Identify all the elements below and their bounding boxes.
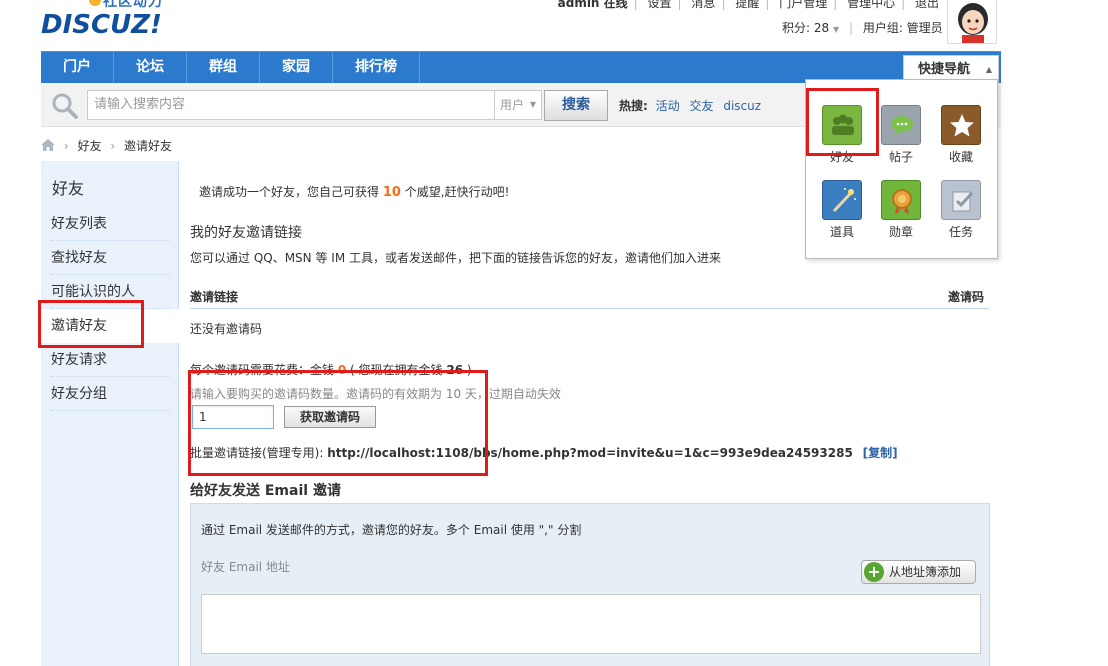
reward-notice: 邀请成功一个好友，您自己可获得 10 个威望,赶快行动吧! xyxy=(199,183,509,200)
hot-term[interactable]: 交友 xyxy=(689,99,713,113)
home-icon[interactable] xyxy=(41,139,55,151)
chevron-down-icon[interactable]: ▼ xyxy=(833,25,839,34)
quick-nav-posts[interactable]: 帖子 xyxy=(876,105,926,164)
sidebar-item-label: 查找好友 xyxy=(51,250,107,266)
sidebar-item-friend-requests[interactable]: 好友请求 xyxy=(41,343,179,377)
add-from-addressbook-button[interactable]: + 从地址簿添加 xyxy=(861,560,976,584)
logo-dot xyxy=(89,0,101,6)
hot-term[interactable]: discuz xyxy=(723,99,761,113)
topbar-notifications[interactable]: 提醒 xyxy=(735,0,759,10)
email-invite-description: 通过 Email 发送邮件的方式，邀请您的好友。多个 Email 使用 "," … xyxy=(201,523,582,537)
column-invite-link: 邀请链接 xyxy=(190,290,239,304)
empty-invite-code: 还没有邀请码 xyxy=(190,322,263,336)
invite-table-header: 邀请链接 邀请码 xyxy=(190,281,989,309)
page: 社区动力 DISCUZ! admin 在线 | 设置 | 消息 | 提醒 | 门户管理 |… xyxy=(0,0,1108,666)
sidebar-item-friend-list[interactable]: 好友列表 xyxy=(41,207,179,241)
search-button[interactable]: 搜索 xyxy=(544,90,608,121)
star-icon xyxy=(941,105,981,145)
search-type-select[interactable]: 用户 ▼ xyxy=(494,90,542,120)
topbar-admin-center[interactable]: 管理中心 xyxy=(847,0,895,10)
quick-nav-items[interactable]: 道具 xyxy=(817,180,867,239)
search-input[interactable]: 请输入搜索内容 xyxy=(87,90,495,120)
quick-nav-medals[interactable]: 勋章 xyxy=(876,180,926,239)
topbar-user[interactable]: admin 在线 xyxy=(558,0,628,10)
sidebar-title: 好友 xyxy=(52,179,85,198)
nav-ranking[interactable]: 排行榜 xyxy=(333,52,420,83)
addressbook-button-label: 从地址簿添加 xyxy=(889,565,962,579)
sidebar-item-label: 好友分组 xyxy=(51,386,107,402)
invite-link-title: 我的好友邀请链接 xyxy=(190,225,302,241)
breadcrumb-invite: 邀请好友 xyxy=(123,139,172,153)
topbar-messages[interactable]: 消息 xyxy=(691,0,715,10)
quick-nav-label: 道具 xyxy=(829,225,854,239)
user-meta: 积分: 28 ▼ | 用户组: 管理员 xyxy=(782,21,943,35)
email-field[interactable] xyxy=(201,594,981,654)
nav-home[interactable]: 家园 xyxy=(260,52,333,83)
notice-text-tail: 个威望,赶快行动吧! xyxy=(404,185,510,199)
copy-link-button[interactable]: [复制] xyxy=(863,446,898,460)
sidebar-item-label: 好友列表 xyxy=(51,216,107,232)
topbar-settings[interactable]: 设置 xyxy=(648,0,672,10)
quick-nav-label: 快捷导航 xyxy=(918,62,971,77)
search-icon xyxy=(52,93,78,119)
plus-icon: + xyxy=(864,562,884,582)
email-field-label: 好友 Email 地址 xyxy=(201,560,290,574)
discuz-logo[interactable]: 社区动力 DISCUZ! xyxy=(41,0,171,42)
notice-reward-number: 10 xyxy=(382,185,401,200)
breadcrumb-friends[interactable]: 好友 xyxy=(77,139,101,153)
email-invite-title: 给好友发送 Email 邀请 xyxy=(190,483,341,499)
sidebar-item-label: 好友请求 xyxy=(51,352,107,368)
hot-search: 热搜: 活动 交友 discuz xyxy=(619,97,767,114)
chevron-down-icon: ▼ xyxy=(529,100,536,109)
quick-nav-label: 帖子 xyxy=(888,150,913,164)
quick-nav-label: 勋章 xyxy=(888,225,913,239)
medal-icon xyxy=(881,180,921,220)
quick-nav-tasks[interactable]: 任务 xyxy=(936,180,986,239)
email-invite-box: 通过 Email 发送邮件的方式，邀请您的好友。多个 Email 使用 "," … xyxy=(190,503,990,666)
nav-forum[interactable]: 论坛 xyxy=(114,52,187,83)
invite-link-description: 您可以通过 QQ、MSN 等 IM 工具，或者发送邮件，把下面的链接告诉您的好友… xyxy=(190,251,721,265)
credits[interactable]: 积分: 28 xyxy=(782,21,829,35)
quick-nav-label: 收藏 xyxy=(948,150,973,164)
magic-wand-icon xyxy=(822,180,862,220)
nav-groups[interactable]: 群组 xyxy=(187,52,260,83)
topbar-logout[interactable]: 退出 xyxy=(915,0,939,10)
avatar[interactable] xyxy=(947,0,997,44)
topbar-portal-admin[interactable]: 门户管理 xyxy=(779,0,827,10)
usergroup: 用户组: 管理员 xyxy=(862,21,943,35)
nav-portal[interactable]: 门户 xyxy=(41,52,114,83)
search-type-value: 用户 xyxy=(500,98,525,112)
highlight-invite-sidebar xyxy=(38,300,144,348)
hot-search-label: 热搜: xyxy=(619,99,648,113)
breadcrumb: › 好友 › 邀请好友 xyxy=(41,137,172,154)
column-invite-code: 邀请码 xyxy=(947,290,984,304)
notice-text: 邀请成功一个好友，您自己可获得 xyxy=(199,185,380,199)
posts-icon xyxy=(881,105,921,145)
sidebar-item-label: 可能认识的人 xyxy=(51,284,135,300)
highlight-quick-nav-friends xyxy=(806,88,879,156)
hot-term[interactable]: 活动 xyxy=(656,99,680,113)
avatar-icon xyxy=(948,0,996,43)
quick-nav-label: 任务 xyxy=(948,225,973,239)
user-topbar: admin 在线 | 设置 | 消息 | 提醒 | 门户管理 | 管理中心 | 退出 xyxy=(555,0,942,10)
logo-text: DISCUZ! xyxy=(41,10,162,40)
sidebar-item-friend-groups[interactable]: 好友分组 xyxy=(41,377,179,411)
task-icon xyxy=(941,180,981,220)
quick-nav-favorites[interactable]: 收藏 xyxy=(936,105,986,164)
highlight-invite-code-area xyxy=(188,370,488,476)
sidebar: 好友 好友列表 查找好友 可能认识的人 邀请好友 好友请求 好友分组 xyxy=(41,161,180,666)
sidebar-item-find-friends[interactable]: 查找好友 xyxy=(41,241,179,275)
